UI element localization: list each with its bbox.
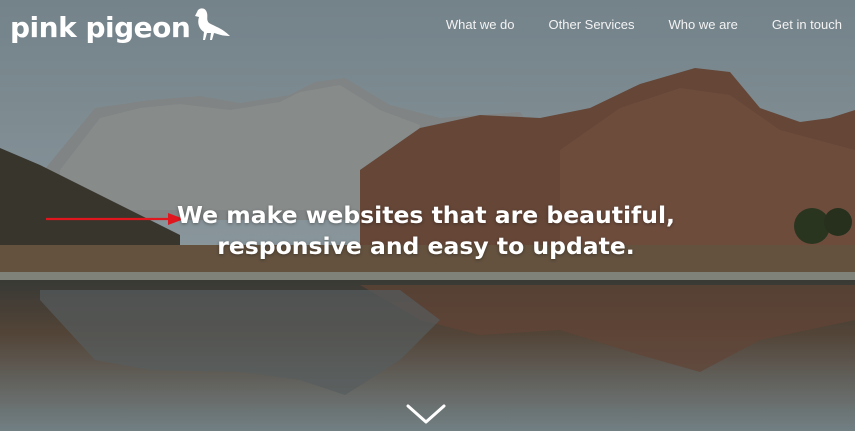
- hero-headline: We make websites that are beautiful, res…: [150, 200, 702, 262]
- nav-item-who-we-are[interactable]: Who we are: [669, 17, 738, 32]
- brand-name: pink pigeon: [10, 10, 191, 44]
- brand-logo[interactable]: pink pigeon: [10, 7, 232, 47]
- hero-section: pink pigeon What we do Other Services Wh…: [0, 0, 855, 431]
- main-nav: What we do Other Services Who we are Get…: [412, 17, 842, 32]
- nav-item-get-in-touch[interactable]: Get in touch: [772, 17, 842, 32]
- chevron-down-icon[interactable]: [406, 402, 446, 426]
- nav-item-what-we-do[interactable]: What we do: [446, 17, 515, 32]
- hero-headline-line-2: responsive and easy to update.: [217, 231, 635, 260]
- nav-item-other-services[interactable]: Other Services: [549, 17, 635, 32]
- pigeon-icon: [195, 8, 231, 40]
- hero-headline-line-1: We make websites that are beautiful,: [177, 200, 675, 229]
- top-navbar: pink pigeon What we do Other Services Wh…: [0, 0, 855, 52]
